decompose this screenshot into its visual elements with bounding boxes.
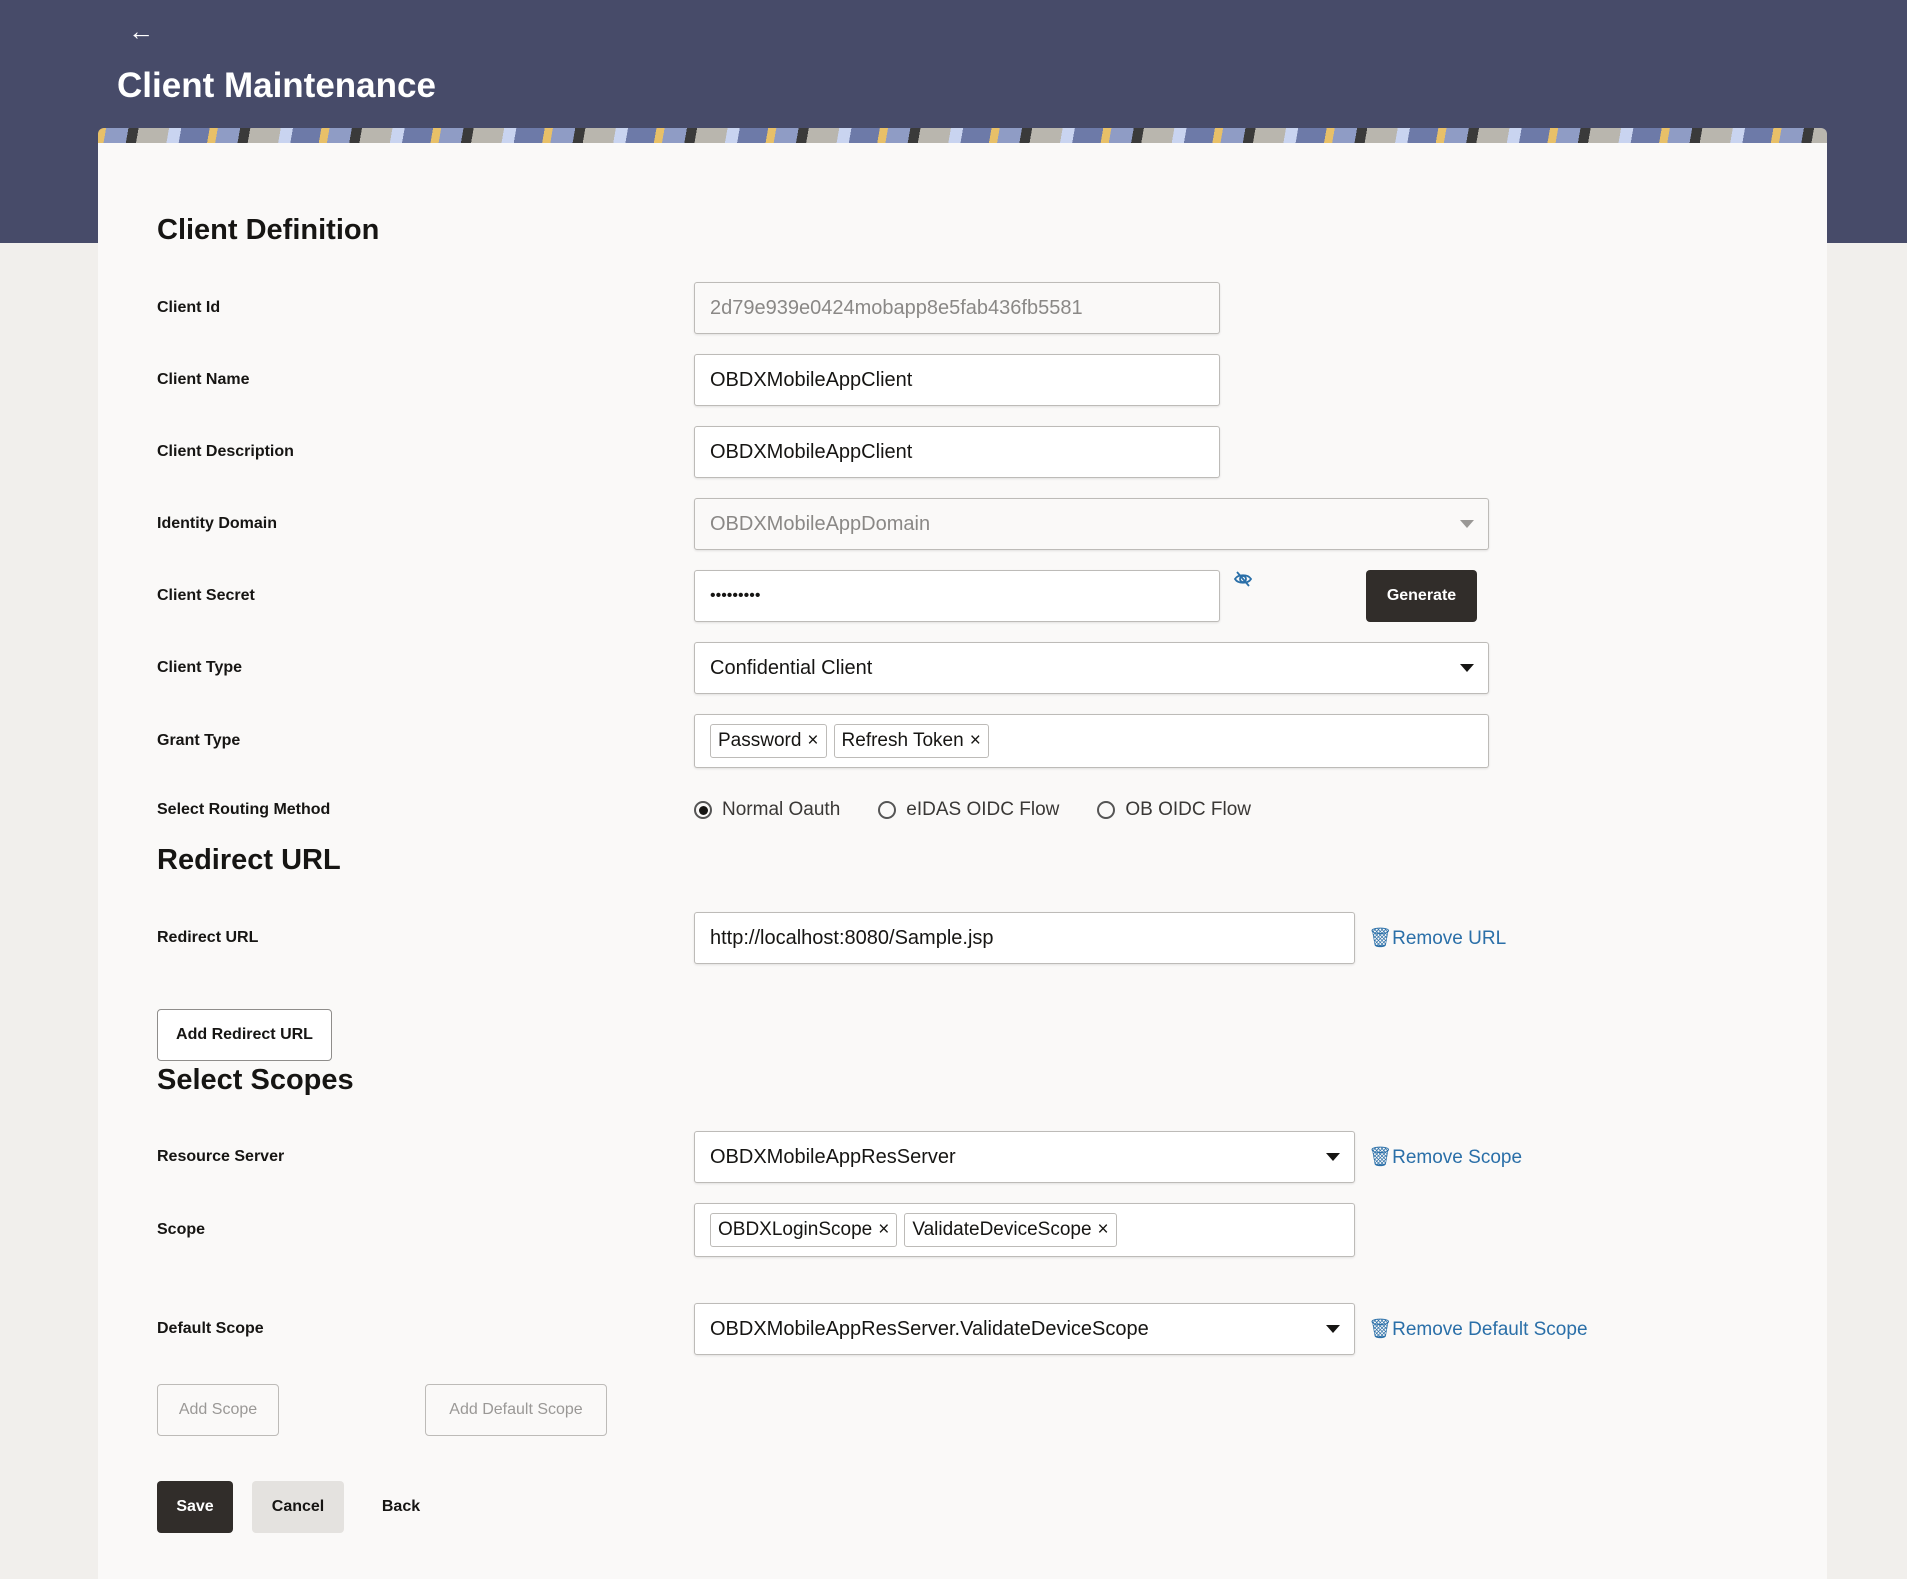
trash-icon: 🗑 — [1368, 1319, 1393, 1340]
remove-url-link[interactable]: 🗑Remove URL — [1368, 926, 1506, 950]
radio-empty-icon — [878, 801, 897, 819]
chip-label: OBDXLoginScope — [718, 1219, 873, 1240]
hide-password-icon[interactable] — [1233, 569, 1253, 589]
radio-empty-icon — [1097, 801, 1116, 819]
generate-button[interactable]: Generate — [1366, 570, 1477, 622]
radio-normal-oauth[interactable]: Normal Oauth — [694, 799, 840, 821]
remove-chip-icon[interactable]: × — [1098, 1219, 1109, 1240]
client-description-label: Client Description — [157, 443, 294, 460]
radio-selected-icon — [694, 801, 712, 819]
client-id-label: Client Id — [157, 299, 221, 316]
resource-server-label: Resource Server — [157, 1148, 285, 1165]
client-name-label: Client Name — [157, 371, 250, 388]
remove-chip-icon[interactable]: × — [807, 730, 818, 751]
grant-type-chip: Password × — [710, 724, 827, 758]
remove-default-scope-label: Remove Default Scope — [1392, 1319, 1588, 1340]
client-type-label: Client Type — [157, 659, 243, 676]
radio-label: eIDAS OIDC Flow — [906, 799, 1060, 820]
remove-chip-icon[interactable]: × — [970, 730, 981, 751]
identity-domain-select: OBDXMobileAppDomain — [694, 498, 1489, 550]
client-type-value: Confidential Client — [710, 656, 873, 679]
back-arrow-icon[interactable]: ← — [128, 16, 154, 47]
trash-icon: 🗑 — [1368, 1147, 1393, 1168]
radio-eidas-oidc-flow[interactable]: eIDAS OIDC Flow — [878, 799, 1059, 821]
routing-method-group: Normal Oauth eIDAS OIDC Flow OB OIDC Flo… — [694, 799, 1251, 821]
section-heading-redirect-url: Redirect URL — [157, 844, 341, 876]
radio-ob-oidc-flow[interactable]: OB OIDC Flow — [1097, 799, 1251, 821]
cancel-button[interactable]: Cancel — [252, 1481, 344, 1533]
radio-label: OB OIDC Flow — [1125, 799, 1251, 820]
redirect-url-input[interactable]: http://localhost:8080/Sample.jsp — [694, 912, 1355, 964]
chevron-down-icon — [1460, 664, 1474, 672]
grant-type-chip: Refresh Token × — [833, 724, 989, 758]
section-heading-client-definition: Client Definition — [157, 214, 380, 246]
routing-method-label: Select Routing Method — [157, 801, 331, 818]
client-secret-input[interactable]: ••••••••• — [694, 570, 1220, 622]
scope-chip: OBDXLoginScope × — [710, 1213, 898, 1247]
page-title: Client Maintenance — [117, 66, 436, 105]
remove-chip-icon[interactable]: × — [878, 1219, 889, 1240]
chip-label: Password — [718, 730, 802, 751]
resource-server-value: OBDXMobileAppResServer — [710, 1145, 956, 1168]
chevron-down-icon — [1326, 1325, 1340, 1333]
back-button[interactable]: Back — [370, 1481, 432, 1533]
remove-scope-link[interactable]: 🗑Remove Scope — [1368, 1145, 1522, 1169]
chip-label: ValidateDeviceScope — [912, 1219, 1092, 1240]
save-button[interactable]: Save — [157, 1481, 233, 1533]
scope-label: Scope — [157, 1221, 206, 1238]
chip-label: Refresh Token — [841, 730, 964, 751]
remove-scope-label: Remove Scope — [1392, 1147, 1523, 1168]
trash-icon: 🗑 — [1368, 928, 1393, 949]
grant-type-label: Grant Type — [157, 732, 241, 749]
grant-type-input[interactable]: Password × Refresh Token × — [694, 714, 1489, 768]
client-name-input[interactable]: OBDXMobileAppClient — [694, 354, 1220, 406]
client-description-input[interactable]: OBDXMobileAppClient — [694, 426, 1220, 478]
decorative-banner — [98, 128, 1827, 144]
radio-label: Normal Oauth — [722, 799, 841, 820]
add-redirect-url-button[interactable]: Add Redirect URL — [157, 1009, 332, 1061]
scope-input[interactable]: OBDXLoginScope × ValidateDeviceScope × — [694, 1203, 1355, 1257]
client-type-select[interactable]: Confidential Client — [694, 642, 1489, 694]
client-secret-label: Client Secret — [157, 587, 255, 604]
resource-server-select[interactable]: OBDXMobileAppResServer — [694, 1131, 1355, 1183]
default-scope-label: Default Scope — [157, 1320, 264, 1337]
redirect-url-label: Redirect URL — [157, 929, 259, 946]
remove-default-scope-link[interactable]: 🗑Remove Default Scope — [1368, 1317, 1588, 1341]
default-scope-value: OBDXMobileAppResServer.ValidateDeviceSco… — [710, 1317, 1149, 1340]
client-id-field: 2d79e939e0424mobapp8e5fab436fb5581 — [694, 282, 1220, 334]
add-scope-button[interactable]: Add Scope — [157, 1384, 279, 1436]
identity-domain-label: Identity Domain — [157, 515, 278, 532]
remove-url-label: Remove URL — [1392, 928, 1507, 949]
chevron-down-icon — [1326, 1153, 1340, 1161]
add-default-scope-button[interactable]: Add Default Scope — [425, 1384, 607, 1436]
identity-domain-value: OBDXMobileAppDomain — [710, 512, 931, 535]
chevron-down-icon — [1460, 520, 1474, 528]
section-heading-select-scopes: Select Scopes — [157, 1064, 354, 1096]
default-scope-select[interactable]: OBDXMobileAppResServer.ValidateDeviceSco… — [694, 1303, 1355, 1355]
scope-chip: ValidateDeviceScope × — [904, 1213, 1117, 1247]
